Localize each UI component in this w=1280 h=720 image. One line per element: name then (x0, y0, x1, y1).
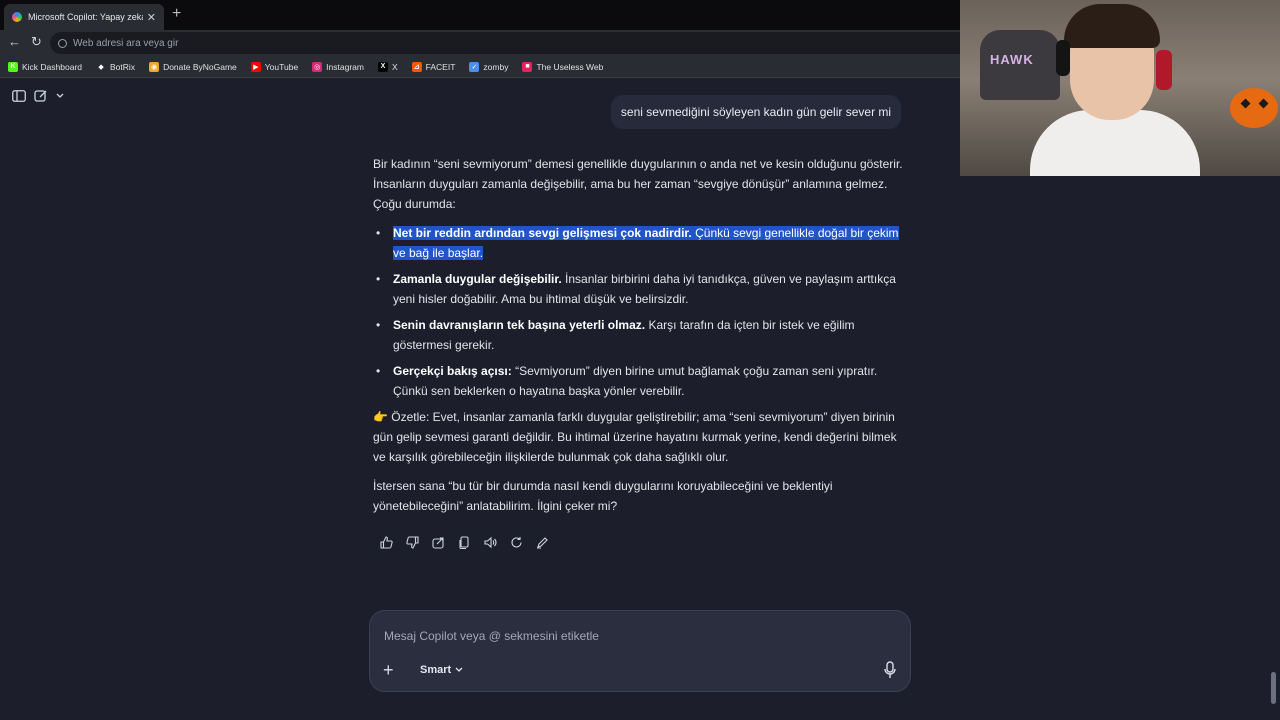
bookmark-label: zomby (483, 61, 509, 72)
address-placeholder: Web adresi ara veya gir (73, 37, 179, 49)
bookmark-zomby[interactable]: ✓ zomby (469, 61, 509, 72)
bullet-bold-lead: Senin davranışların tek başına yeterli o… (393, 318, 646, 332)
bullet-bold-lead: Gerçekçi bakış açısı: (393, 364, 512, 378)
tab-close-icon[interactable]: ✕ (147, 11, 156, 24)
new-tab-button[interactable]: + (172, 5, 181, 23)
reload-icon[interactable]: ↻ (31, 34, 42, 50)
message-actions (378, 534, 550, 550)
kick-icon: K (8, 61, 18, 72)
bookmark-label: FACEIT (425, 61, 456, 72)
pumpkin-decoration (1230, 88, 1278, 128)
back-arrow-icon[interactable]: ← (8, 34, 21, 49)
share-icon[interactable] (430, 534, 446, 550)
thumbs-down-icon[interactable] (404, 534, 420, 550)
mode-label: Smart (420, 664, 452, 676)
search-icon (58, 38, 67, 48)
bookmark-the-useless-web[interactable]: ■ The Useless Web (522, 61, 604, 72)
add-attachment-button[interactable]: + (383, 661, 394, 679)
address-bar[interactable]: Web adresi ara veya gir (50, 32, 1050, 54)
bookmark-label: BotRix (110, 61, 136, 72)
answer-bullet: Senin davranışların tek başına yeterli o… (373, 315, 903, 355)
answer-bullet: Gerçekçi bakış açısı: “Sevmiyorum” diyen… (373, 361, 903, 401)
headset-right (1156, 50, 1172, 90)
chevron-down-icon[interactable] (56, 93, 64, 99)
streamer-hair (1064, 4, 1160, 48)
uselessweb-icon: ■ (522, 61, 533, 72)
answer-bullet: Net bir reddin ardından sevgi gelişmesi … (373, 223, 903, 263)
bookmark-label: YouTube (264, 61, 299, 72)
copilot-favicon-icon (12, 12, 22, 22)
mode-selector[interactable]: Smart (412, 659, 471, 681)
selected-text-highlight: Net bir reddin ardından sevgi gelişmesi … (393, 226, 899, 260)
chevron-down-icon (455, 667, 463, 672)
zomby-icon: ✓ (469, 61, 480, 72)
bynogame-icon: ◉ (149, 61, 160, 72)
new-chat-icon[interactable] (34, 89, 48, 103)
bullet-bold-lead: Net bir reddin ardından sevgi gelişmesi … (393, 226, 692, 240)
bookmark-label: X (391, 61, 398, 72)
bookmark-faceit[interactable]: ⊿ FACEIT (411, 61, 456, 72)
sidebar-controls (12, 89, 64, 103)
answer-intro: Bir kadının “seni sevmiyorum” demesi gen… (373, 157, 903, 211)
webcam-overlay: HAWK (960, 0, 1280, 176)
tab-copilot[interactable]: Microsoft Copilot: Yapay zeka eşlik ✕ (4, 4, 164, 30)
thumbs-up-icon[interactable] (378, 534, 394, 550)
instagram-icon: ◎ (312, 61, 323, 72)
copy-icon[interactable] (456, 534, 472, 550)
bookmark-donate-bynogame[interactable]: ◉ Donate ByNoGame (149, 61, 237, 72)
user-message-text: seni sevmediğini söyleyen kadın gün geli… (620, 105, 892, 119)
x-icon: X (377, 61, 388, 72)
bookmark-kick-dashboard[interactable]: K Kick Dashboard (8, 61, 83, 72)
chair-logo-text: HAWK (990, 52, 1034, 67)
sidebar-toggle-icon[interactable] (12, 90, 26, 102)
bookmark-label: Donate ByNoGame (163, 61, 237, 72)
bookmark-x[interactable]: XX (377, 61, 398, 72)
answer-bullet: Zamanla duygular değişebilir. İnsanlar b… (373, 269, 903, 309)
regenerate-icon[interactable] (508, 534, 524, 550)
assistant-answer: Bir kadının “seni sevmiyorum” demesi gen… (373, 154, 903, 525)
answer-bullet-list: Net bir reddin ardından sevgi gelişmesi … (373, 223, 903, 401)
headset-left (1056, 40, 1070, 76)
page-scrollbar[interactable] (1271, 672, 1276, 704)
bookmark-botrix[interactable]: ◆ BotRix (96, 62, 135, 72)
answer-offer: İstersen sana “bu tür bir durumda nasıl … (373, 479, 833, 513)
user-message-bubble: seni sevmediğini söyleyen kadın gün geli… (611, 95, 901, 129)
bookmark-youtube[interactable]: ▶ YouTube (250, 61, 299, 72)
bookmark-label: Kick Dashboard (22, 61, 83, 72)
bullet-bold-lead: Zamanla duygular değişebilir. (393, 272, 562, 286)
botrix-icon: ◆ (98, 63, 104, 71)
message-composer[interactable]: Mesaj Copilot veya @ sekmesini etiketle … (369, 610, 911, 692)
speaker-icon[interactable] (482, 534, 498, 550)
bookmark-label: Instagram (326, 61, 364, 72)
bookmark-instagram[interactable]: ◎ Instagram (312, 61, 364, 72)
microphone-icon[interactable] (884, 661, 896, 684)
answer-summary: 👉 Özetle: Evet, insanlar zamanla farklı … (373, 410, 897, 464)
bookmark-label: The Useless Web (536, 61, 604, 72)
composer-placeholder[interactable]: Mesaj Copilot veya @ sekmesini etiketle (384, 629, 599, 643)
youtube-icon: ▶ (250, 61, 261, 72)
edit-icon[interactable] (534, 534, 550, 550)
faceit-icon: ⊿ (411, 61, 422, 72)
tab-title: Microsoft Copilot: Yapay zeka eşlik (28, 12, 143, 22)
